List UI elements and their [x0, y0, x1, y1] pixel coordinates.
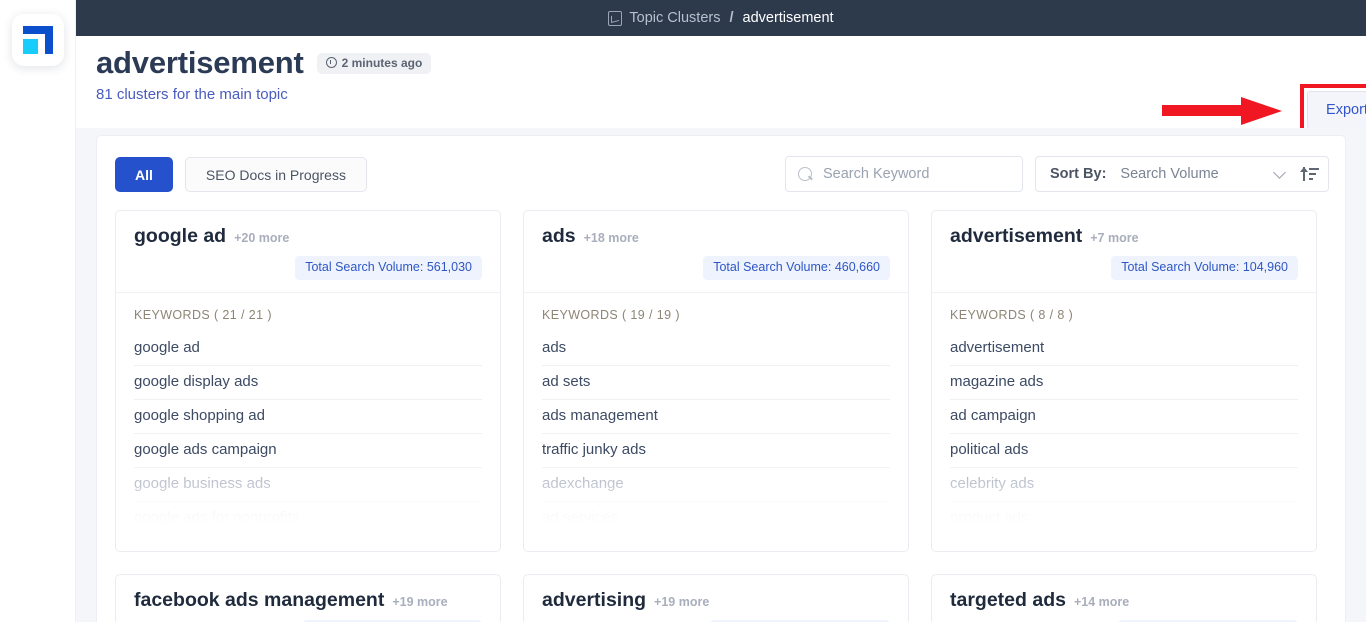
clock-icon — [326, 57, 337, 68]
keyword-item[interactable]: product ads — [950, 502, 1298, 536]
cluster-card-more-count[interactable]: +7 more — [1090, 231, 1138, 245]
keyword-list: google adgoogle display adsgoogle shoppi… — [116, 332, 500, 536]
cluster-card-more-count[interactable]: +14 more — [1074, 595, 1129, 609]
search-icon — [798, 167, 813, 182]
last-updated-badge: 2 minutes ago — [317, 53, 432, 74]
keywords-label: KEYWORDS ( 21 / 21 ) — [116, 293, 500, 322]
document-chart-icon — [608, 11, 622, 26]
keyword-list: adsad setsads managementtraffic junky ad… — [524, 332, 908, 536]
breadcrumb: Topic Clusters / advertisement — [608, 10, 833, 26]
cluster-card-more-count[interactable]: +19 more — [654, 595, 709, 609]
filter-chip-seo-docs[interactable]: SEO Docs in Progress — [185, 157, 367, 192]
app-root: Topic Clusters / advertisement advertise… — [0, 0, 1366, 622]
keywords-label: KEYWORDS ( 19 / 19 ) — [524, 293, 908, 322]
export-button-label: Export — [1326, 102, 1366, 118]
cluster-card-header: advertising+19 moreTotal Search Volume: … — [524, 575, 908, 622]
breadcrumb-parent[interactable]: Topic Clusters — [629, 10, 720, 26]
cluster-card[interactable]: advertisement +7 more Total Search Volume:… — [931, 210, 1317, 552]
keyword-item[interactable]: advertisement — [950, 332, 1298, 366]
cluster-card-volume-row: Total Search Volume: 104,960 — [950, 256, 1298, 280]
cluster-card-header: google ad +20 more Total Search Volume: 56… — [116, 211, 500, 280]
filter-chip-all[interactable]: All — [115, 157, 173, 192]
keyword-item[interactable]: google ad — [134, 332, 482, 366]
cluster-card-header: advertisement +7 more Total Search Volume:… — [932, 211, 1316, 280]
cluster-card-more-count[interactable]: +18 more — [584, 231, 639, 245]
clusters-panel: All SEO Docs in Progress Sort By: Search… — [96, 135, 1346, 622]
cluster-card[interactable]: advertising+19 moreTotal Search Volume: … — [523, 574, 909, 622]
keyword-item[interactable]: traffic junky ads — [542, 434, 890, 468]
keyword-item[interactable]: ad sets — [542, 366, 890, 400]
page-subtitle: 81 clusters for the main topic — [96, 86, 288, 103]
search-box[interactable] — [785, 156, 1023, 192]
cluster-card-title-line: targeted ads +14 more — [950, 589, 1298, 612]
keyword-item[interactable]: ad services — [542, 502, 890, 536]
cluster-card-title-line: ads +18 more — [542, 225, 890, 248]
cluster-card-title-line: advertisement +7 more — [950, 225, 1298, 248]
cluster-card-header: ads +18 more Total Search Volume: 460,660 — [524, 211, 908, 280]
keyword-item[interactable]: google ads for nonprofits — [134, 502, 482, 536]
keyword-item[interactable]: google business ads — [134, 468, 482, 502]
cluster-card-title: targeted ads — [950, 589, 1066, 612]
breadcrumb-current: advertisement — [743, 10, 834, 26]
cluster-card-more-count[interactable]: +19 more — [392, 595, 447, 609]
keyword-list: advertisementmagazine adsad campaignpoli… — [932, 332, 1316, 536]
last-updated-text: 2 minutes ago — [342, 57, 423, 69]
cluster-card-title: advertisement — [950, 225, 1082, 248]
keyword-item[interactable]: adexchange — [542, 468, 890, 502]
total-search-volume-badge: Total Search Volume: 460,660 — [703, 256, 890, 280]
keyword-item[interactable]: celebrity ads — [950, 468, 1298, 502]
keyword-item[interactable]: ads management — [542, 400, 890, 434]
keyword-item[interactable]: google shopping ad — [134, 400, 482, 434]
cluster-grid: google ad +20 more Total Search Volume: 56… — [115, 210, 1329, 622]
export-button[interactable]: Export — [1307, 91, 1366, 129]
total-search-volume-badge: Total Search Volume: 561,030 — [295, 256, 482, 280]
cluster-card-title: google ad — [134, 225, 226, 248]
sort-by-control[interactable]: Sort By: Search Volume — [1035, 156, 1303, 192]
cluster-card[interactable]: ads +18 more Total Search Volume: 460,660 K… — [523, 210, 909, 552]
top-bar: Topic Clusters / advertisement — [76, 0, 1366, 36]
cluster-card[interactable]: facebook ads management+19 moreTotal Sea… — [115, 574, 501, 622]
cluster-card-more-count[interactable]: +20 more — [234, 231, 289, 245]
title-row: advertisement 2 minutes ago — [96, 45, 431, 81]
keyword-item[interactable]: political ads — [950, 434, 1298, 468]
search-input[interactable] — [823, 166, 1010, 182]
cluster-card[interactable]: targeted ads+14 moreTotal Search Volume:… — [931, 574, 1317, 622]
page-title: advertisement — [96, 45, 304, 81]
filter-chips: All SEO Docs in Progress — [115, 157, 367, 192]
cluster-card[interactable]: google ad +20 more Total Search Volume: 56… — [115, 210, 501, 552]
app-logo[interactable] — [12, 14, 64, 66]
keyword-item[interactable]: ads — [542, 332, 890, 366]
chevron-down-icon[interactable] — [1273, 166, 1286, 179]
keyword-item[interactable]: magazine ads — [950, 366, 1298, 400]
cluster-card-volume-row: Total Search Volume: 561,030 — [134, 256, 482, 280]
cluster-card-header: targeted ads+14 moreTotal Search Volume:… — [932, 575, 1316, 622]
content-area: All SEO Docs in Progress Sort By: Search… — [76, 128, 1366, 622]
page-header: advertisement 2 minutes ago 81 clusters … — [76, 36, 1366, 128]
panel-toolbar: All SEO Docs in Progress Sort By: Search… — [97, 136, 1347, 210]
breadcrumb-separator: / — [729, 10, 733, 26]
keyword-item[interactable]: google ads campaign — [134, 434, 482, 468]
sort-descending-icon — [1302, 167, 1319, 181]
total-search-volume-badge: Total Search Volume: 104,960 — [1111, 256, 1298, 280]
sort-by-label: Sort By: — [1036, 166, 1106, 182]
sort-by-value: Search Volume — [1106, 166, 1275, 182]
keyword-item[interactable]: google display ads — [134, 366, 482, 400]
cluster-card-title-line: facebook ads management +19 more — [134, 589, 482, 612]
keyword-item[interactable]: ad campaign — [950, 400, 1298, 434]
cluster-card-title-line: google ad +20 more — [134, 225, 482, 248]
left-rail — [0, 0, 76, 622]
keywords-label: KEYWORDS ( 8 / 8 ) — [932, 293, 1316, 322]
cluster-card-title: facebook ads management — [134, 589, 384, 612]
sort-order-button[interactable] — [1293, 156, 1329, 192]
filter-chip-seo-docs-label: SEO Docs in Progress — [206, 167, 346, 183]
cluster-card-volume-row: Total Search Volume: 460,660 — [542, 256, 890, 280]
cluster-card-title-line: advertising +19 more — [542, 589, 890, 612]
logo-mark-icon — [23, 26, 53, 54]
filter-chip-all-label: All — [135, 167, 153, 183]
cluster-card-title: advertising — [542, 589, 646, 612]
red-arrow-annotation — [1162, 99, 1282, 121]
cluster-card-title: ads — [542, 225, 576, 248]
cluster-card-header: facebook ads management+19 moreTotal Sea… — [116, 575, 500, 622]
